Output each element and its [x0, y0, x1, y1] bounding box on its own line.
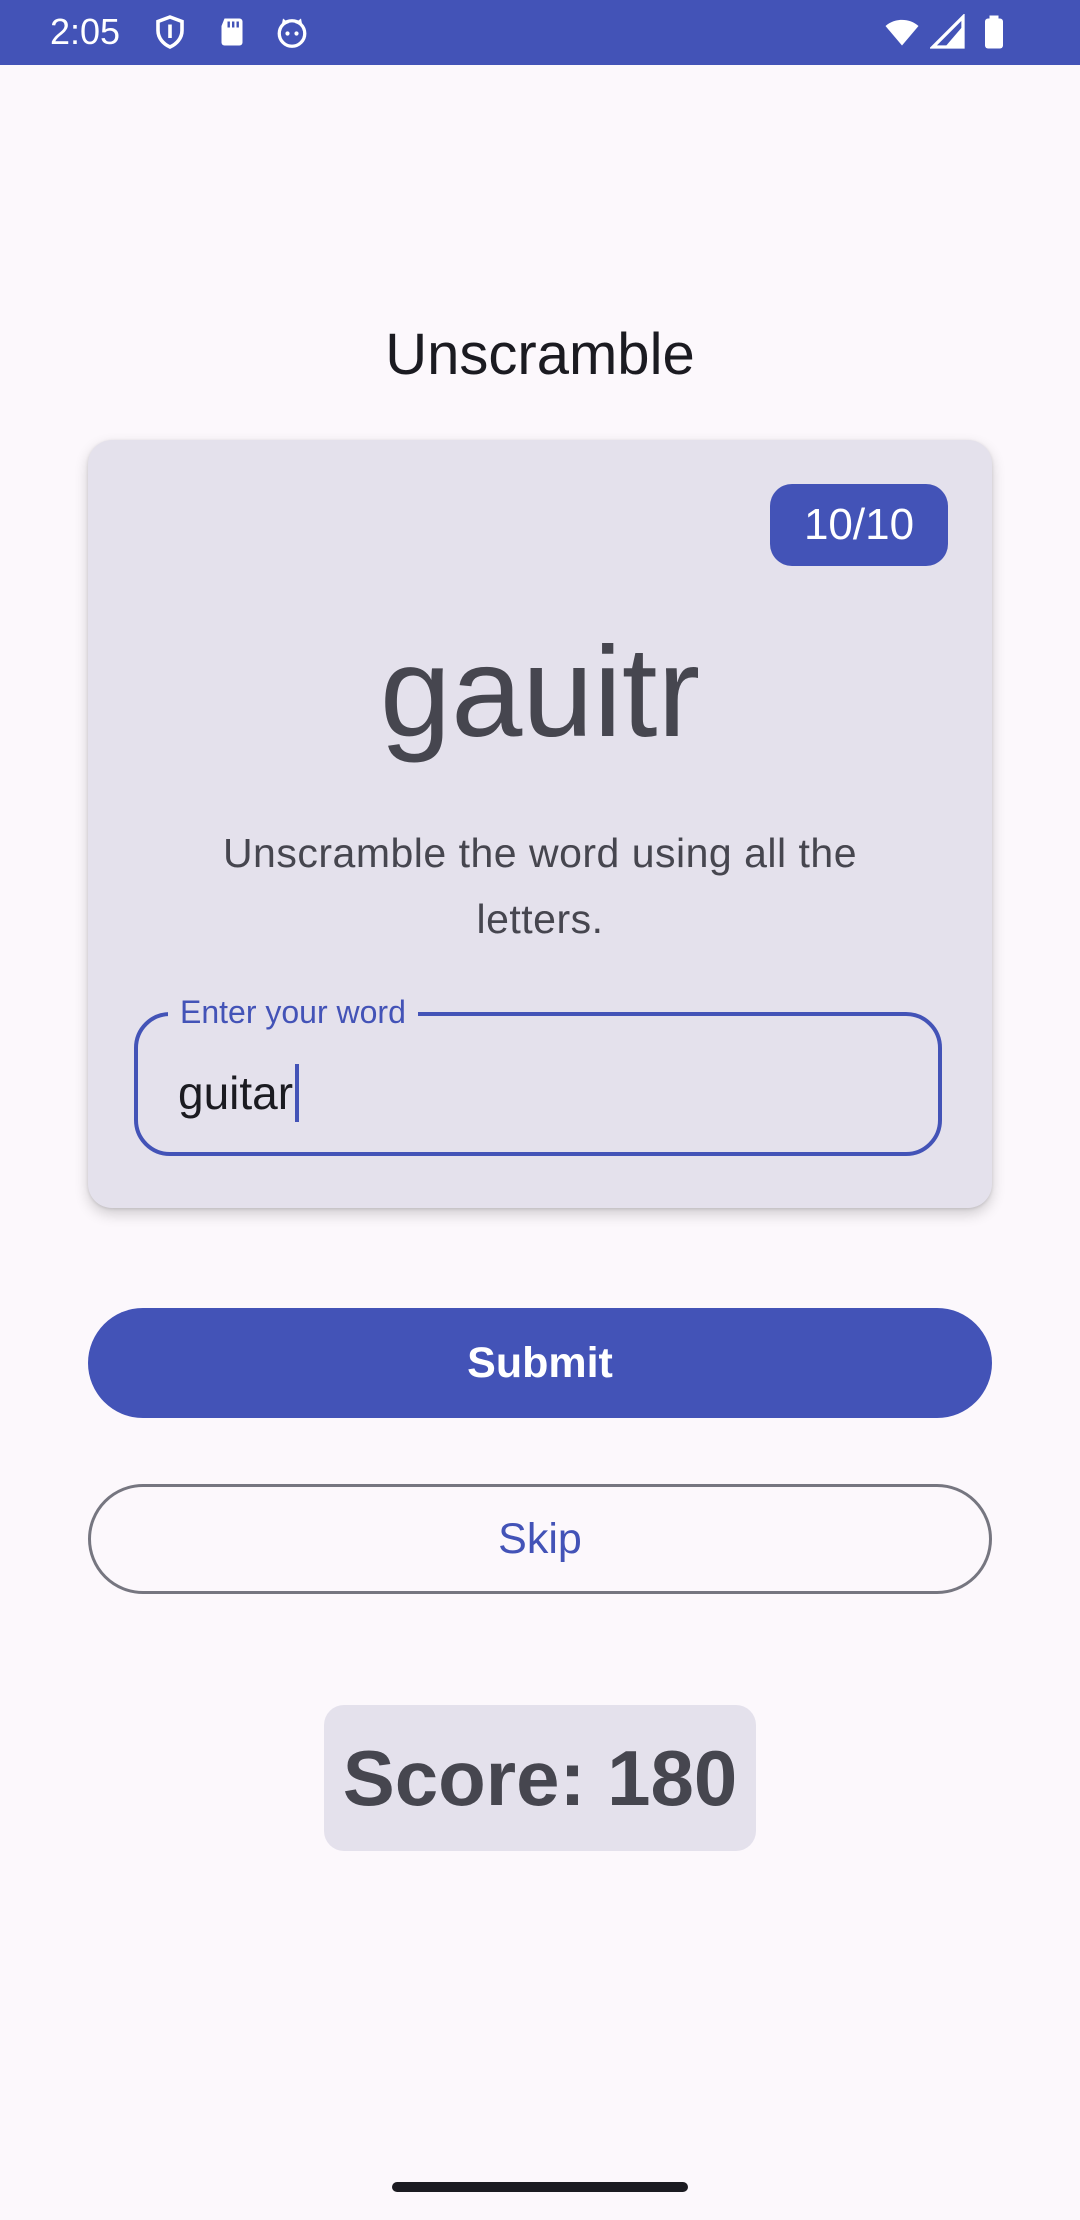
app-screen: 2:05 Unscramble 10/10 gauitr Unscramble …: [0, 0, 1080, 2220]
word-count-badge: 10/10: [770, 484, 948, 566]
game-card: 10/10 gauitr Unscramble the word using a…: [88, 440, 992, 1208]
text-cursor: [295, 1064, 300, 1122]
wifi-icon: [880, 14, 924, 50]
score-display: Score: 180: [324, 1705, 756, 1851]
app-title: Unscramble: [385, 322, 695, 387]
sd-card-icon: [214, 14, 250, 50]
status-bar: 2:05: [0, 0, 1080, 65]
home-gesture-bar[interactable]: [392, 2182, 688, 2192]
word-input-field[interactable]: Enter your word guitar: [134, 992, 942, 1156]
word-input-value[interactable]: guitar: [178, 1066, 293, 1120]
cat-face-icon: [274, 14, 310, 50]
instructions-text: Unscramble the word using all the letter…: [222, 830, 858, 942]
status-time: 2:05: [50, 11, 121, 52]
skip-button[interactable]: Skip: [88, 1484, 992, 1594]
battery-icon: [976, 14, 1012, 50]
scrambled-word: gauitr: [379, 621, 701, 764]
word-input-value-row[interactable]: guitar: [178, 1064, 300, 1122]
shield-icon: [152, 14, 188, 50]
cell-signal-icon: [930, 14, 966, 50]
word-input-label: Enter your word: [168, 992, 418, 1032]
submit-button[interactable]: Submit: [88, 1308, 992, 1418]
